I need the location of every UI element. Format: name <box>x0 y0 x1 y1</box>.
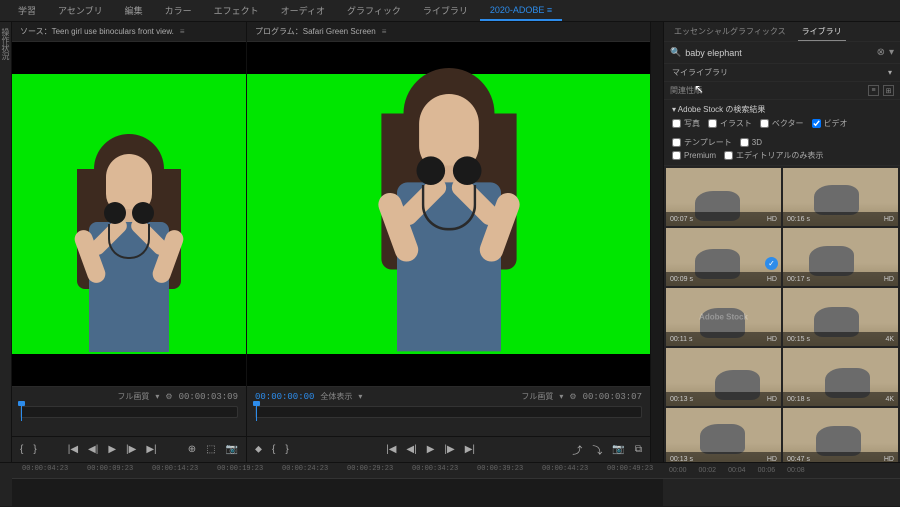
export-frame-icon[interactable]: 📷 <box>226 444 238 455</box>
filter-premium[interactable]: Premium <box>672 150 716 161</box>
close-icon[interactable]: ≡ <box>382 27 387 36</box>
filter-template[interactable]: テンプレート <box>672 137 732 148</box>
workspace-tabs: 学習 アセンブリ 編集 カラー エフェクト オーディオ グラフィック ライブラリ… <box>0 0 900 22</box>
filter-video[interactable]: ビデオ <box>812 118 848 129</box>
tab-learn[interactable]: 学習 <box>8 0 46 21</box>
tab-effects[interactable]: エフェクト <box>204 0 269 21</box>
program-header: プログラム：Safari Green Screen ≡ <box>247 22 650 42</box>
program-viewer[interactable] <box>247 42 650 386</box>
search-input[interactable] <box>685 48 872 58</box>
left-panel-collapsed[interactable]: 操作状況 <box>0 22 12 462</box>
view-grid-icon[interactable]: ⊞ <box>883 85 894 96</box>
stock-thumbnail[interactable]: 00:16 sHD <box>783 168 898 226</box>
tab-audio[interactable]: オーディオ <box>271 0 335 21</box>
step-fwd-icon[interactable]: |▶ <box>444 444 454 455</box>
chevron-down-icon[interactable]: ▾ <box>559 392 563 401</box>
source-timecode[interactable]: 00:00:03:09 <box>179 392 238 402</box>
zoom-icon[interactable]: ▾ <box>155 392 159 401</box>
tab-color[interactable]: カラー <box>155 0 202 21</box>
go-in-icon[interactable]: |◀ <box>68 444 78 455</box>
mark-in-icon[interactable]: { <box>272 444 275 455</box>
audio-timeline-ruler[interactable]: 00:0000:0200:0400:0600:08 <box>663 463 900 479</box>
program-scrubber[interactable] <box>255 406 642 418</box>
timeline-panel: 00:00:04:2300:00:09:2300:00:14:2300:00:1… <box>0 462 900 506</box>
tab-menu-icon[interactable]: ≡ <box>547 5 552 15</box>
tab-library[interactable]: ライブラリ <box>413 0 478 21</box>
tab-essential-graphics[interactable]: エッセンシャルグラフィックス <box>670 23 790 40</box>
overwrite-icon[interactable]: ⬚ <box>206 444 215 455</box>
fit-dropdown[interactable]: フル画質 <box>521 391 553 402</box>
chevron-down-icon[interactable]: ▾ <box>358 392 362 401</box>
program-timecode-right[interactable]: 00:00:03:07 <box>583 392 642 402</box>
view-list-icon[interactable]: ≡ <box>868 85 879 96</box>
play-icon[interactable]: ▶ <box>108 444 116 455</box>
program-monitor: プログラム：Safari Green Screen ≡ <box>247 22 651 462</box>
step-back-icon[interactable]: ◀| <box>406 444 416 455</box>
stock-thumbnail[interactable]: 00:15 s4K <box>783 288 898 346</box>
mark-out-icon[interactable]: } <box>285 444 288 455</box>
lift-icon[interactable]: ⤴ <box>572 442 582 457</box>
cursor-icon: ↖ <box>694 82 704 96</box>
timeline-ruler[interactable]: 00:00:04:2300:00:09:2300:00:14:2300:00:1… <box>12 463 663 479</box>
compare-icon[interactable]: ⧉ <box>635 444 642 455</box>
tab-libraries[interactable]: ライブラリ <box>798 23 846 41</box>
stock-results-grid[interactable]: 00:07 sHD00:16 sHD✓00:09 sHD00:17 sHDAdo… <box>664 166 900 462</box>
extract-icon[interactable]: ⤵ <box>592 442 602 457</box>
stock-results-header: ▾ Adobe Stock の検索結果 <box>672 104 892 115</box>
view-mode-dropdown[interactable]: 全体表示 <box>320 391 352 402</box>
tab-graphics[interactable]: グラフィック <box>337 0 411 21</box>
library-panel: エッセンシャルグラフィックス ライブラリ 🔍 ⊗ ▾ マイライブラリ ▾ 関連性… <box>663 22 900 462</box>
left-panel-label: 操作状況 <box>0 22 11 60</box>
go-in-icon[interactable]: |◀ <box>386 444 396 455</box>
source-viewer[interactable] <box>12 42 246 386</box>
stock-thumbnail[interactable]: 00:18 s4K <box>783 348 898 406</box>
stock-thumbnail[interactable]: Adobe Stock00:11 sHD <box>666 288 781 346</box>
step-back-icon[interactable]: ◀| <box>88 444 98 455</box>
mark-out-icon[interactable]: } <box>33 444 36 455</box>
mark-in-icon[interactable]: { <box>20 444 23 455</box>
chevron-down-icon: ▾ <box>888 68 892 77</box>
stock-thumbnail[interactable]: 00:13 sHD <box>666 408 781 462</box>
stock-thumbnail[interactable]: 00:47 sHD <box>783 408 898 462</box>
tab-assembly[interactable]: アセンブリ <box>48 0 113 21</box>
chevron-down-icon[interactable]: ▾ <box>889 47 894 58</box>
filter-vector[interactable]: ベクター <box>760 118 804 129</box>
program-transport: ⬥ { } |◀ ◀| ▶ |▶ ▶| ⤴ ⤵ 📷 ⧉ <box>247 436 650 462</box>
settings-icon[interactable]: ⚙ <box>165 392 172 401</box>
filter-3d[interactable]: 3D <box>740 137 762 148</box>
filter-photo[interactable]: 写真 <box>672 118 700 129</box>
search-icon: 🔍 <box>670 47 681 58</box>
insert-icon[interactable]: ⊕ <box>188 444 196 455</box>
play-icon[interactable]: ▶ <box>427 444 435 455</box>
step-fwd-icon[interactable]: |▶ <box>126 444 136 455</box>
timeline-tracks[interactable] <box>12 479 663 507</box>
filter-illust[interactable]: イラスト <box>708 118 752 129</box>
close-icon[interactable]: ≡ <box>180 27 185 36</box>
source-monitor: ソース：Teen girl use binoculars front view.… <box>12 22 247 462</box>
settings-icon[interactable]: ⚙ <box>569 392 576 401</box>
licensed-badge-icon: ✓ <box>765 257 778 270</box>
tab-2020adobe[interactable]: 2020-ADOBE ≡ <box>480 1 562 21</box>
stock-thumbnail[interactable]: 00:07 sHD <box>666 168 781 226</box>
export-frame-icon[interactable]: 📷 <box>612 444 624 455</box>
library-selector[interactable]: マイライブラリ ▾ <box>664 64 900 82</box>
go-out-icon[interactable]: ▶| <box>465 444 475 455</box>
marker-icon[interactable]: ⬥ <box>255 444 262 455</box>
source-header: ソース：Teen girl use binoculars front view.… <box>12 22 246 42</box>
filter-editorial[interactable]: エディトリアルのみ表示 <box>724 150 823 161</box>
stock-thumbnail[interactable]: 00:17 sHD <box>783 228 898 286</box>
stock-thumbnail[interactable]: 00:13 sHD <box>666 348 781 406</box>
stock-thumbnail[interactable]: ✓00:09 sHD <box>666 228 781 286</box>
fit-dropdown[interactable]: フル画質 <box>117 391 149 402</box>
source-transport: { } |◀ ◀| ▶ |▶ ▶| ⊕ ⬚ 📷 <box>12 436 246 462</box>
source-scrubber[interactable] <box>20 406 238 418</box>
program-timecode-left[interactable]: 00:00:00:00 <box>255 392 314 402</box>
clear-search-icon[interactable]: ⊗ <box>877 47 885 58</box>
tab-edit[interactable]: 編集 <box>115 0 153 21</box>
go-out-icon[interactable]: ▶| <box>146 444 156 455</box>
